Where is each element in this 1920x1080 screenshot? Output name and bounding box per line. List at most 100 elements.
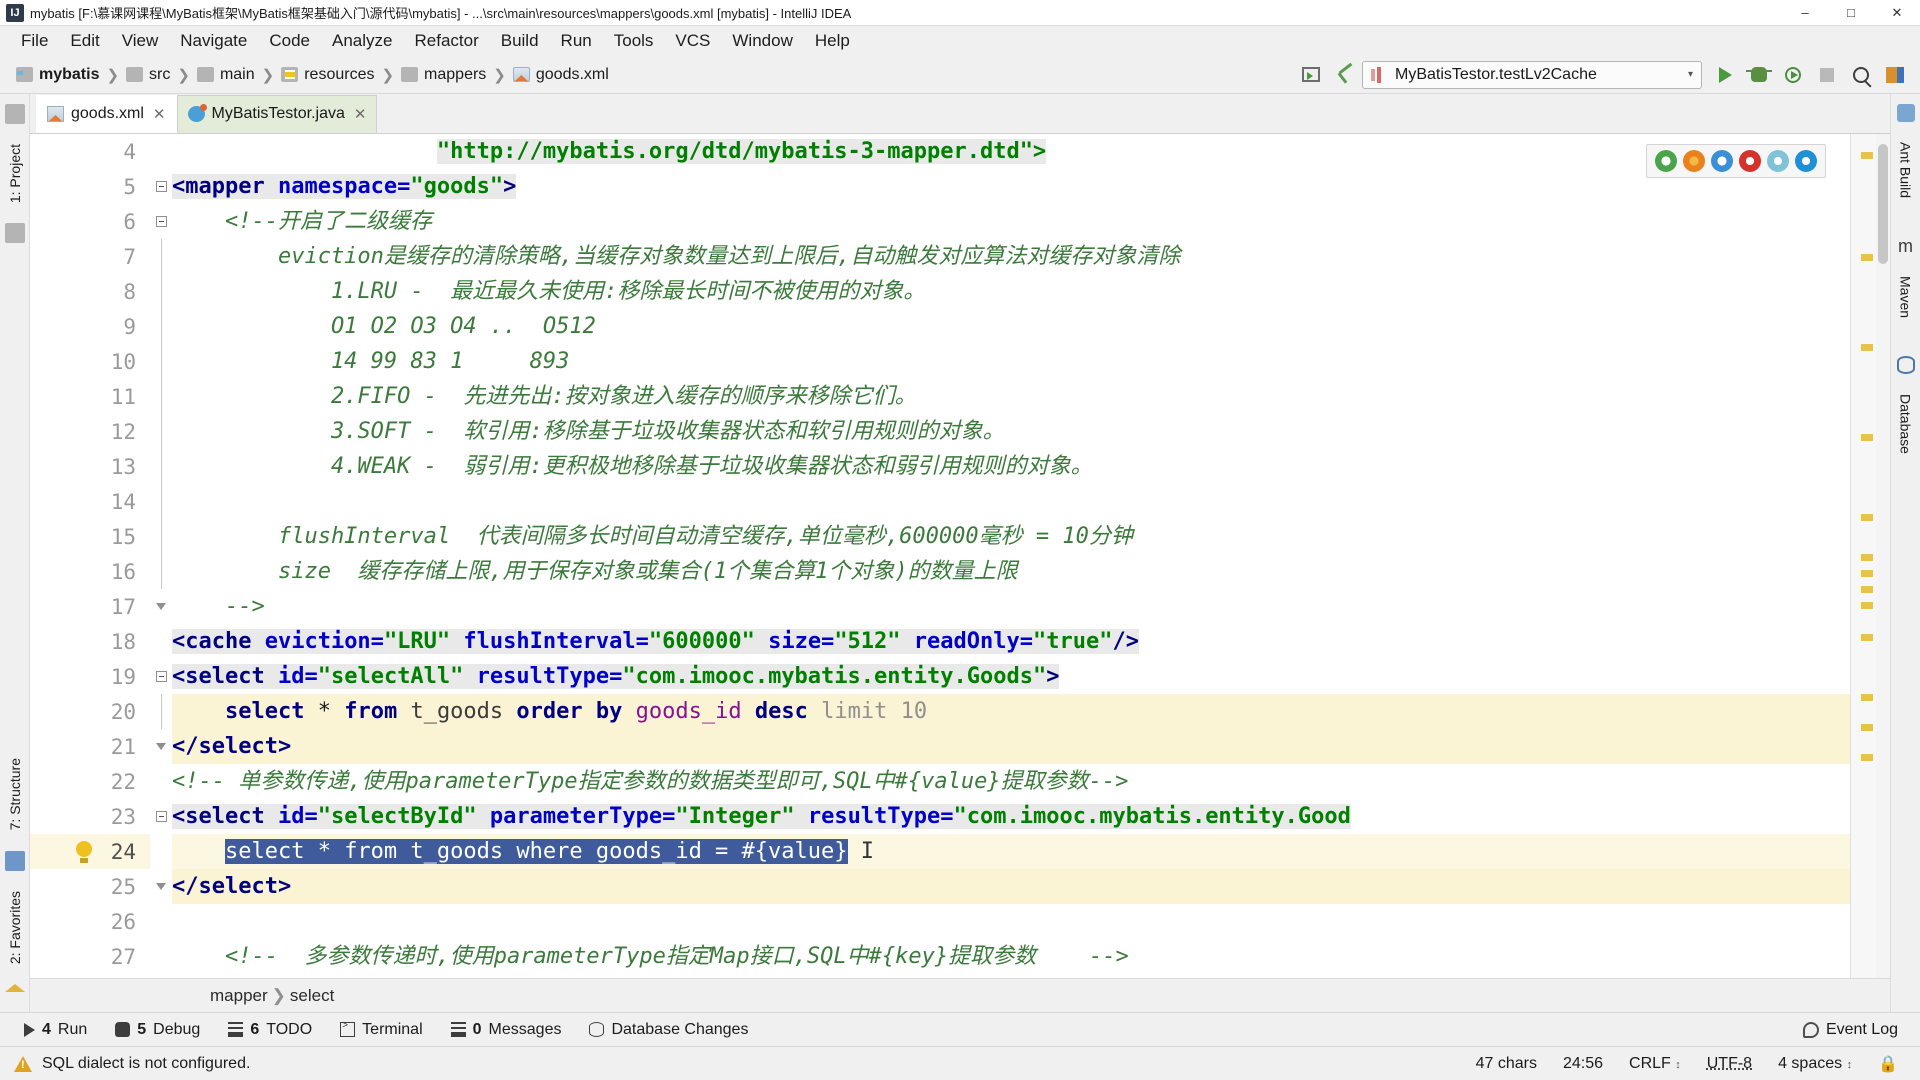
code-line[interactable]: select * from t_goods where goods_id = #…	[172, 834, 1850, 869]
code-line[interactable]: 2.FIFO - 先进先出:按对象进入缓存的顺序来移除它们。	[172, 379, 1850, 414]
code-line[interactable]: O1 O2 O3 O4 .. O512	[172, 309, 1850, 344]
line-number[interactable]: 21	[30, 729, 150, 764]
tool-button-database-changes[interactable]: Database Changes	[577, 1018, 760, 1042]
line-number[interactable]: 18	[30, 624, 150, 659]
fold-collapse-icon[interactable]	[155, 181, 167, 192]
line-number[interactable]: 4	[30, 134, 150, 169]
line-number[interactable]: 10	[30, 344, 150, 379]
run-button[interactable]	[1710, 61, 1740, 89]
tool-button-todo[interactable]: 6 TODO	[216, 1018, 324, 1042]
code-line[interactable]: 1.LRU - 最近最久未使用:移除最长时间不被使用的对象。	[172, 274, 1850, 309]
chrome-icon[interactable]	[1655, 150, 1677, 172]
minimize-button[interactable]: –	[1782, 0, 1828, 26]
fold-marker[interactable]	[150, 589, 172, 624]
line-number[interactable]: 12	[30, 414, 150, 449]
menu-item-file[interactable]: File	[10, 29, 59, 53]
stop-button[interactable]	[1812, 61, 1842, 89]
fold-marker[interactable]	[150, 799, 172, 834]
code-line[interactable]: 14 99 83 1 893	[172, 344, 1850, 379]
code-line[interactable]: 3.SOFT - 软引用:移除基于垃圾收集器状态和软引用规则的对象。	[172, 414, 1850, 449]
editor-breadcrumb-item-mapper[interactable]: mapper	[210, 986, 268, 1006]
fold-marker[interactable]	[150, 659, 172, 694]
breadcrumb-item-main[interactable]: main	[193, 64, 259, 86]
lock-icon[interactable]: 🔒	[1870, 1052, 1906, 1076]
line-number[interactable]: 15	[30, 519, 150, 554]
status-line-separator[interactable]: CRLF ↕	[1621, 1053, 1689, 1075]
error-stripe-markers[interactable]	[1850, 134, 1876, 978]
close-icon[interactable]: ✕	[153, 105, 166, 123]
line-number[interactable]: 11	[30, 379, 150, 414]
editor-vertical-scrollbar[interactable]	[1876, 134, 1890, 978]
opera-icon[interactable]	[1739, 150, 1761, 172]
line-number[interactable]: 26	[30, 904, 150, 939]
error-stripe-mark[interactable]	[1861, 344, 1873, 351]
maximize-button[interactable]: □	[1828, 0, 1874, 26]
code-line[interactable]: -->	[172, 589, 1850, 624]
safari-icon[interactable]	[1711, 150, 1733, 172]
menu-item-refactor[interactable]: Refactor	[403, 29, 489, 53]
line-number[interactable]: 5	[30, 169, 150, 204]
tool-button-run[interactable]: 4 Run	[12, 1018, 99, 1042]
code-line[interactable]: </select>	[172, 869, 1850, 904]
menu-item-navigate[interactable]: Navigate	[169, 29, 258, 53]
build-button[interactable]	[1330, 61, 1360, 89]
code-line[interactable]: 4.WEAK - 弱引用:更积极地移除基于垃圾收集器状态和弱引用规则的对象。	[172, 449, 1850, 484]
fold-marker[interactable]	[150, 484, 172, 519]
fold-marker[interactable]	[150, 169, 172, 204]
run-configuration-selector[interactable]: MyBatisTestor.testLv2Cache ▾	[1362, 60, 1702, 89]
browser-preview-popup[interactable]	[1646, 144, 1826, 178]
menu-item-edit[interactable]: Edit	[59, 29, 110, 53]
menu-item-view[interactable]: View	[111, 29, 170, 53]
line-number[interactable]: 24	[30, 834, 150, 869]
tool-button-debug[interactable]: 5 Debug	[103, 1018, 212, 1042]
code-line[interactable]: </select>	[172, 729, 1850, 764]
fold-collapse-icon[interactable]	[155, 671, 167, 682]
menu-item-vcs[interactable]: VCS	[664, 29, 721, 53]
project-window-button[interactable]	[1296, 61, 1326, 89]
error-stripe-mark[interactable]	[1861, 570, 1873, 577]
fold-end-icon[interactable]	[156, 883, 166, 890]
error-stripe-mark[interactable]	[1861, 602, 1873, 609]
code-line[interactable]: <!--开启了二级缓存	[172, 204, 1850, 239]
error-stripe-mark[interactable]	[1861, 254, 1873, 261]
close-icon[interactable]: ✕	[354, 105, 367, 123]
menu-item-build[interactable]: Build	[490, 29, 550, 53]
fold-marker[interactable]	[150, 379, 172, 414]
error-stripe-mark[interactable]	[1861, 634, 1873, 641]
layout-button[interactable]	[1880, 61, 1910, 89]
line-number[interactable]: 8	[30, 274, 150, 309]
fold-marker[interactable]	[150, 309, 172, 344]
code-editor[interactable]: 4 5 6 7 8 9 10 11 12 13 14 15 16 17 18 19 20 21 22 23 24 25 26…	[30, 134, 1890, 978]
code-line[interactable]: <select id="selectAll" resultType="com.i…	[172, 659, 1850, 694]
explorer-icon[interactable]	[1767, 150, 1789, 172]
breadcrumb-item-mappers[interactable]: mappers	[397, 64, 490, 86]
intention-bulb-icon[interactable]	[75, 840, 93, 863]
fold-marker[interactable]	[150, 519, 172, 554]
tool-button-event-log[interactable]: Event Log	[1802, 1021, 1908, 1039]
fold-marker[interactable]	[150, 694, 172, 729]
editor-tab-goods-xml[interactable]: goods.xml ✕	[36, 95, 177, 133]
fold-marker[interactable]	[150, 204, 172, 239]
fold-collapse-icon[interactable]	[155, 811, 167, 822]
debug-button[interactable]	[1744, 61, 1774, 89]
firefox-icon[interactable]	[1683, 150, 1705, 172]
code-line[interactable]	[172, 484, 1850, 519]
sidebar-item-favorites[interactable]: 2: Favorites	[5, 881, 25, 974]
breadcrumb-item-mybatis[interactable]: mybatis	[12, 64, 103, 86]
error-stripe-mark[interactable]	[1861, 152, 1873, 159]
menu-item-window[interactable]: Window	[721, 29, 803, 53]
error-stripe-mark[interactable]	[1861, 586, 1873, 593]
menu-item-tools[interactable]: Tools	[603, 29, 665, 53]
sidebar-item-maven[interactable]: Maven	[1896, 266, 1916, 328]
line-number[interactable]: 17	[30, 589, 150, 624]
menu-item-analyze[interactable]: Analyze	[321, 29, 403, 53]
line-number[interactable]: 9	[30, 309, 150, 344]
line-number[interactable]: 23	[30, 799, 150, 834]
scrollbar-thumb[interactable]	[1878, 144, 1888, 264]
code-line[interactable]: eviction是缓存的清除策略,当缓存对象数量达到上限后,自动触发对应算法对缓…	[172, 239, 1850, 274]
status-encoding[interactable]: UTF-8	[1699, 1053, 1760, 1075]
run-with-coverage-button[interactable]	[1778, 61, 1808, 89]
sidebar-item-project[interactable]: 1: Project	[5, 134, 25, 213]
error-stripe-mark[interactable]	[1861, 434, 1873, 441]
sidebar-item-database[interactable]: Database	[1896, 384, 1916, 464]
